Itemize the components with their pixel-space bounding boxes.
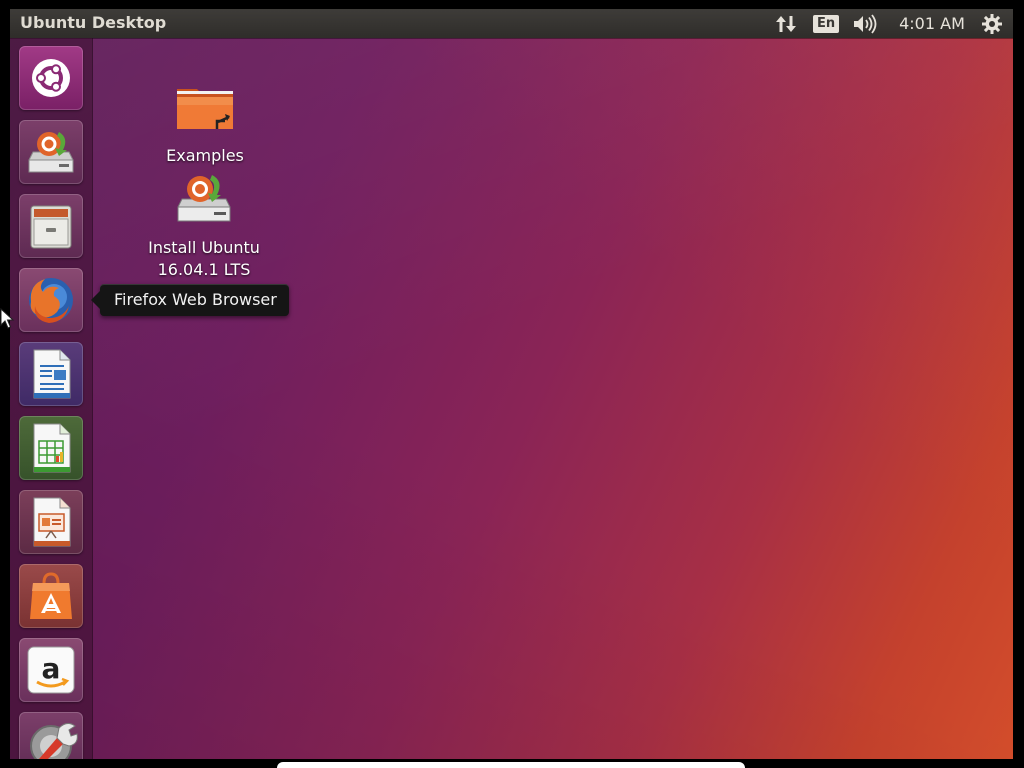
power-settings-icon[interactable] [978, 9, 1006, 38]
ubuntu-logo-icon [32, 59, 70, 97]
mouse-pointer-icon [0, 308, 15, 329]
sound-icon[interactable] [850, 9, 880, 38]
desktop-icon-install-ubuntu[interactable]: Install Ubuntu 16.04.1 LTS [130, 167, 278, 281]
folder-link-icon [177, 89, 233, 129]
top-panel: Ubuntu Desktop En 4:01 AM [10, 9, 1013, 38]
launcher-item-dash-home[interactable] [19, 46, 83, 110]
file-cabinet-icon [30, 205, 72, 249]
desktop-screen: Ubuntu Desktop En 4:01 AM a Examples Ins… [10, 9, 1013, 759]
desktop-icon-examples[interactable]: Examples [150, 75, 260, 167]
launcher-item-libreoffice-impress[interactable] [19, 490, 83, 554]
launcher-tooltip: Firefox Web Browser [91, 284, 289, 316]
launcher-item-libreoffice-writer[interactable] [19, 342, 83, 406]
desktop-icon-label: Examples [166, 146, 244, 165]
desktop-icon-label-line2: 16.04.1 LTS [157, 260, 251, 279]
firefox-icon [29, 278, 73, 323]
calc-icon [33, 423, 71, 473]
desktop-icon-label-line1: Install Ubuntu [148, 238, 260, 257]
installer-icon [28, 132, 74, 173]
svg-text:a: a [42, 652, 61, 685]
launcher-item-files[interactable] [19, 194, 83, 258]
launcher-item-ubuntu-software[interactable] [19, 564, 83, 628]
window-title: Ubuntu Desktop [20, 13, 167, 32]
settings-wrench-icon [30, 722, 78, 759]
amazon-icon: a [27, 646, 75, 694]
impress-icon [33, 497, 71, 547]
software-center-icon [30, 572, 72, 619]
network-icon[interactable] [772, 9, 800, 38]
clock[interactable]: 4:01 AM [895, 9, 969, 38]
launcher-item-firefox[interactable] [19, 268, 83, 332]
launcher-item-libreoffice-calc[interactable] [19, 416, 83, 480]
launcher-item-amazon[interactable]: a [19, 638, 83, 702]
bottom-overlay-bar [277, 762, 745, 768]
launcher-item-install-ubuntu[interactable] [19, 120, 83, 184]
launcher: a [10, 38, 93, 759]
language-label: En [812, 14, 840, 33]
launcher-item-system-settings[interactable] [19, 712, 83, 759]
writer-icon [33, 349, 71, 399]
keyboard-language-indicator[interactable]: En [812, 9, 840, 38]
installer-icon [177, 175, 231, 222]
